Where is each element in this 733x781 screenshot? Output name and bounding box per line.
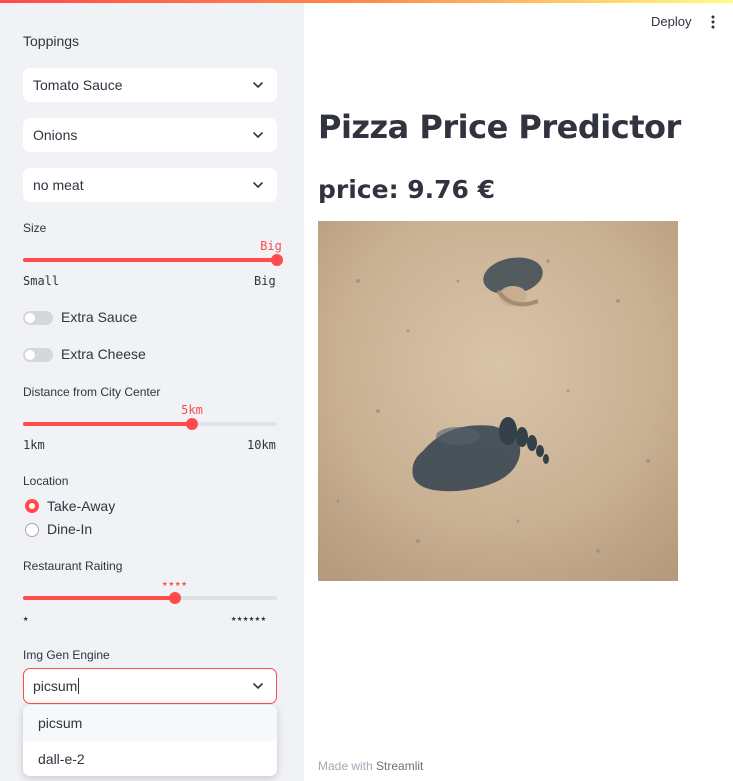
distance-min-label: 1km xyxy=(23,438,45,452)
distance-slider-thumb[interactable] xyxy=(186,418,199,430)
size-slider-thumb[interactable] xyxy=(271,254,283,266)
select-value: Onions xyxy=(33,127,78,143)
select-value: no meat xyxy=(33,177,84,193)
location-label: Location xyxy=(23,474,69,488)
dropdown-option-dall-e-2[interactable]: dall-e-2 xyxy=(23,741,277,776)
chevron-down-icon[interactable] xyxy=(252,680,264,692)
extra-cheese-label: Extra Cheese xyxy=(61,346,146,362)
distance-slider-fill xyxy=(23,422,193,426)
page-title: Pizza Price Predictor xyxy=(318,108,681,146)
distance-max-label: 10km xyxy=(247,438,276,452)
chevron-down-icon xyxy=(253,82,263,89)
extra-sauce-label: Extra Sauce xyxy=(61,309,138,325)
extra-cheese-toggle[interactable] xyxy=(23,348,53,362)
top-decoration-bar xyxy=(0,0,733,3)
topping-select-2[interactable]: Onions xyxy=(23,118,277,152)
select-value: Tomato Sauce xyxy=(33,77,123,93)
chevron-down-icon xyxy=(253,182,263,189)
rating-max-label: ★★★★★★ xyxy=(231,614,267,624)
made-with-text: Made with xyxy=(318,759,373,773)
size-label: Size xyxy=(23,221,47,235)
rating-slider[interactable] xyxy=(23,592,277,604)
size-max-label: Big xyxy=(254,274,276,288)
rating-slider-fill xyxy=(23,596,176,600)
distance-slider[interactable] xyxy=(23,418,277,430)
img-engine-label: Img Gen Engine xyxy=(23,648,110,662)
toggle-knob xyxy=(25,313,35,323)
size-slider-fill xyxy=(23,258,277,262)
take-away-label: Take-Away xyxy=(47,498,116,514)
deploy-button[interactable]: Deploy xyxy=(651,14,691,29)
take-away-radio[interactable] xyxy=(25,499,39,513)
img-engine-select[interactable]: picsum xyxy=(23,668,277,704)
size-min-label: Small xyxy=(23,274,60,288)
dine-in-label: Dine-In xyxy=(47,521,93,537)
chevron-down-icon xyxy=(253,132,263,139)
size-slider[interactable] xyxy=(23,254,283,266)
dine-in-radio[interactable] xyxy=(25,523,39,537)
generated-image xyxy=(318,221,678,581)
streamlit-link[interactable]: Streamlit xyxy=(376,759,423,773)
rating-slider-value: ★★★★ xyxy=(162,579,188,589)
footprints-in-sand-photo xyxy=(318,221,678,581)
dropdown-option-picsum[interactable]: picsum xyxy=(23,705,277,741)
topping-select-1[interactable]: Tomato Sauce xyxy=(23,68,277,102)
toggle-knob xyxy=(25,350,35,360)
rating-min-label: ★ xyxy=(23,614,29,624)
footer: Made with Streamlit xyxy=(318,759,423,773)
rating-slider-thumb[interactable] xyxy=(169,592,182,604)
kebab-menu-icon[interactable] xyxy=(709,14,717,30)
distance-slider-value: 5km xyxy=(181,403,203,417)
size-slider-value: Big xyxy=(260,239,282,253)
img-engine-dropdown: picsum dall-e-2 xyxy=(23,705,277,776)
img-engine-input[interactable]: picsum xyxy=(33,678,77,694)
rating-label: Restaurant Raiting xyxy=(23,559,123,573)
price-text: price: 9.76 € xyxy=(318,175,496,204)
text-cursor xyxy=(78,678,80,694)
topping-select-3[interactable]: no meat xyxy=(23,168,277,202)
extra-sauce-toggle[interactable] xyxy=(23,311,53,325)
toppings-label: Toppings xyxy=(23,33,80,49)
sidebar: Toppings Tomato Sauce Onions no meat Siz… xyxy=(0,0,304,781)
distance-label: Distance from City Center xyxy=(23,385,161,399)
